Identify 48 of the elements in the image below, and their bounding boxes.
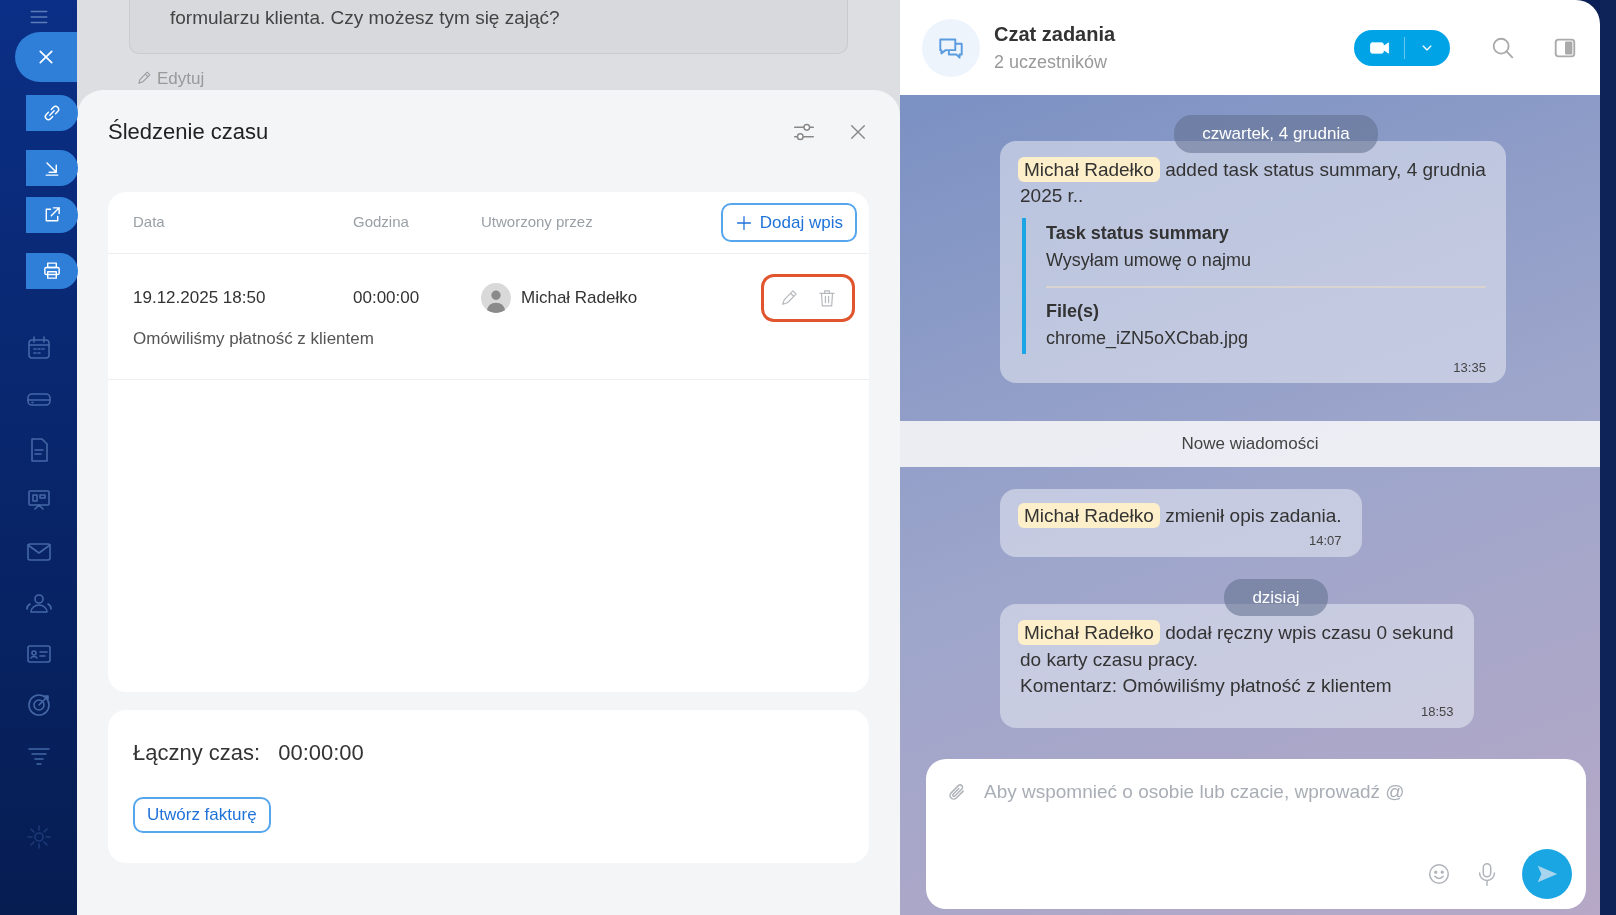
files-label: File(s) [1046,299,1100,323]
total-value: 00:00:00 [278,739,364,767]
video-call-button[interactable] [1354,29,1450,66]
file-name[interactable]: chrome_iZN5oXCbab.jpg [1046,324,1486,352]
avatar [481,283,511,313]
message-text: do karty czasu pracy. [1020,648,1199,670]
author-tag[interactable]: Michał Radełko [1018,156,1160,182]
message-text: added task status summary, 4 grudnia [1165,158,1486,180]
plus-icon[interactable] [734,213,753,232]
task-description: formularzu klienta. Czy możesz tym się zająć? [129,0,848,54]
delete-button[interactable] [816,287,838,309]
message-time: 13:35 [1452,358,1486,377]
participants-count: 2 uczestników [994,51,1109,74]
author-tag[interactable]: Michał Radełko [1018,620,1160,646]
column-header: Utworzony przez [481,212,594,233]
table-cell-text: 19.12.2025 18:50 [133,287,267,310]
emoji-icon[interactable] [1426,861,1452,887]
entry-comment: Omówiliśmy płatność z klientem [133,328,375,350]
message-text: zmienił opis zadania. [1165,504,1342,526]
link-button[interactable] [26,95,78,131]
table-cell-text: 00:00:00 [353,287,421,310]
print-button[interactable] [26,253,78,289]
date-separator: czwartek, 4 grudnia [1174,115,1378,153]
author-tag[interactable]: Michał Radełko [1018,502,1160,528]
summary-title: Task status summary [1046,221,1230,245]
message-text: dodał ręczny wpis czasu 0 sekund [1165,622,1454,644]
printer-icon[interactable] [42,261,62,281]
message-time: 18:53 [1419,703,1454,722]
date-separator: dzisiaj [1224,578,1328,617]
column-header: Godzina [353,212,410,233]
message-time: 14:07 [1308,532,1342,551]
message-text: 2025 r.. [1020,185,1084,207]
column-header: Data [133,212,166,233]
panel-title: Śledzenie czasu [108,118,269,146]
create-invoice-button[interactable]: Utwórz fakturę [133,797,271,833]
chat-title: Czat zadania [994,22,1116,47]
summary-text: Wysyłam umowę o najmu [1046,248,1252,272]
link-icon[interactable] [42,103,62,123]
author-name: Michał Radełko [521,287,638,310]
close-icon[interactable] [36,47,56,67]
settings-icon[interactable] [24,823,53,851]
close-button[interactable] [15,32,77,82]
message-text: Komentarz: Omówiliśmy płatność z klientem [1020,675,1392,697]
send-button[interactable] [1522,849,1572,899]
total-label: Łączny czas: [133,739,261,767]
add-entry-button[interactable]: Dodaj wpis [720,202,857,243]
download-button[interactable] [26,150,78,186]
open-external-button[interactable] [26,197,78,233]
